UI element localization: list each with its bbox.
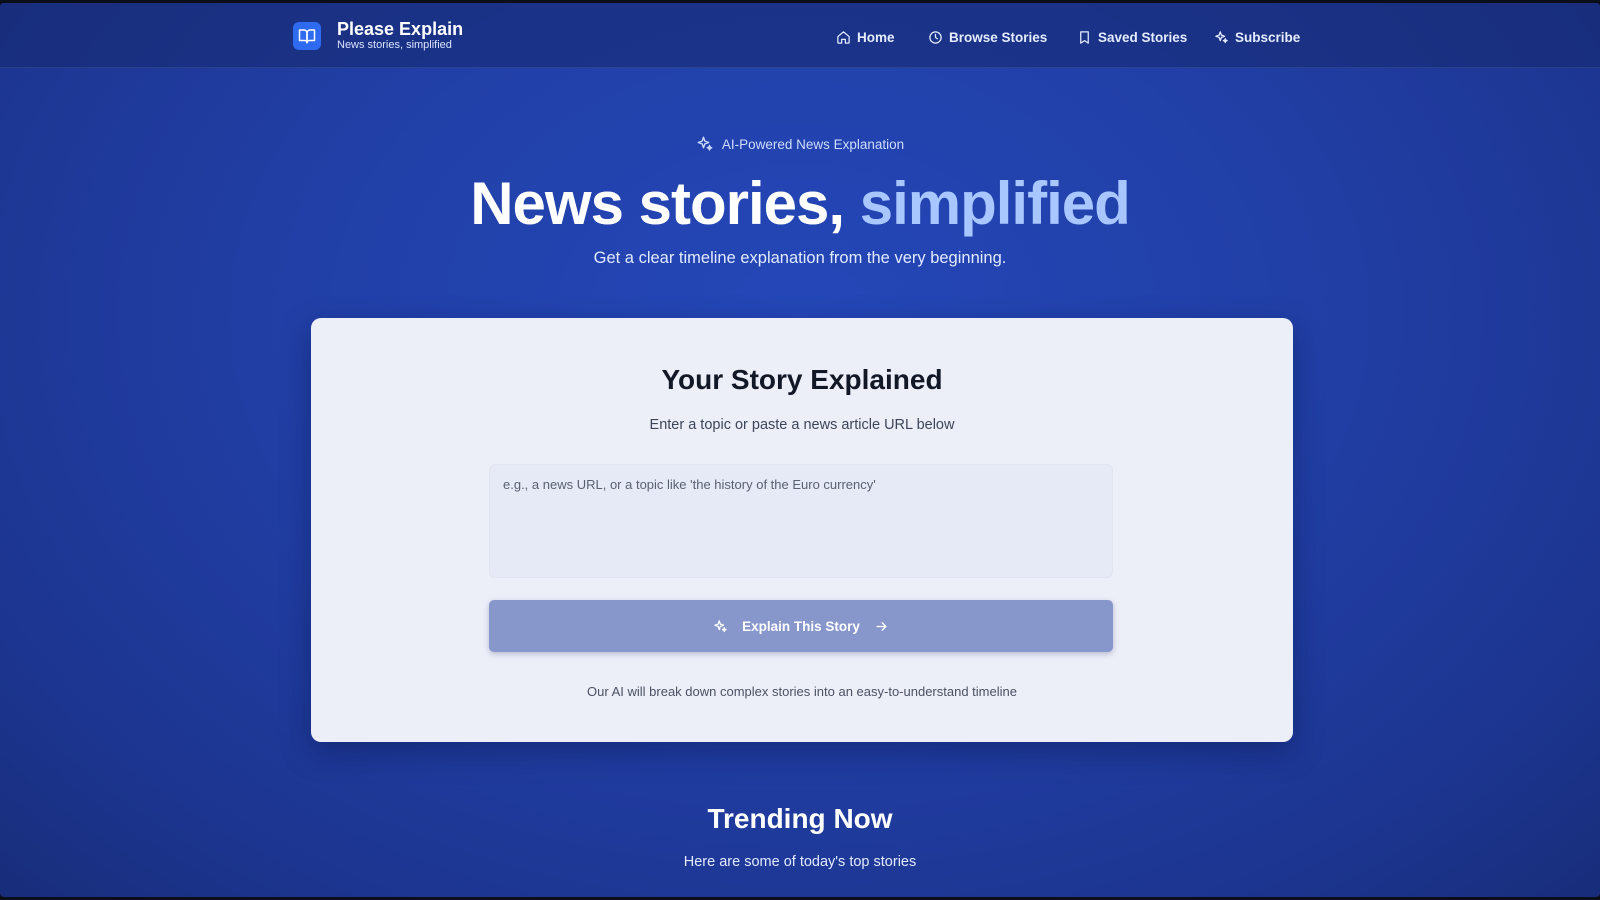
nav-item-label: Subscribe <box>1235 29 1301 45</box>
hero-subtitle: Get a clear timeline explanation from th… <box>593 249 1007 267</box>
bookmark-icon <box>1080 30 1089 44</box>
hero-badge-label: AI-Powered News Explanation <box>721 136 905 152</box>
brand-subtitle: News stories, simplified <box>337 39 452 51</box>
card-title: Your Story Explained <box>661 364 943 395</box>
trending-subtitle: Here are some of today's top stories <box>683 854 917 870</box>
sparkles-icon <box>697 136 713 151</box>
nav-item-home[interactable]: Home <box>836 26 895 48</box>
hero-title: News stories, simplified <box>0 169 1600 239</box>
explain-story-button-label: Explain This Story <box>742 618 860 634</box>
nav-item-label: Home <box>857 29 895 45</box>
nav-item-saved-stories[interactable]: Saved Stories <box>1077 26 1187 48</box>
hero-title-main: News stories, <box>470 170 860 237</box>
top-navigation-bar: Please Explain News stories, simplified … <box>0 3 1600 68</box>
story-input[interactable] <box>489 464 1113 578</box>
nav-item-label: Saved Stories <box>1098 29 1188 45</box>
trending-title: Trending Now <box>707 803 893 834</box>
hero-badge: AI-Powered News Explanation <box>0 135 1600 153</box>
nav-item-label: Browse Stories <box>949 29 1048 45</box>
explain-story-button[interactable]: Explain This Story <box>489 600 1113 652</box>
clock-icon <box>929 30 942 44</box>
hero-title-accent: simplified <box>859 170 1131 237</box>
arrow-right-icon <box>876 621 887 631</box>
book-open-icon <box>293 21 321 50</box>
sparkles-icon <box>714 619 727 632</box>
brand-title: Please Explain <box>337 19 464 39</box>
home-icon <box>837 30 850 44</box>
sparkles-icon <box>1215 30 1228 43</box>
card-note: Our AI will break down complex stories i… <box>587 684 1017 699</box>
nav-item-browse-stories[interactable]: Browse Stories <box>928 26 1047 48</box>
app-screen: Please Explain News stories, simplified … <box>0 3 1600 897</box>
brand[interactable]: Please Explain News stories, simplified <box>293 19 463 52</box>
nav-item-subscribe[interactable]: Subscribe <box>1214 26 1300 48</box>
card-subtitle: Enter a topic or paste a news article UR… <box>649 417 955 433</box>
story-card: Your Story Explained Enter a topic or pa… <box>311 318 1293 742</box>
